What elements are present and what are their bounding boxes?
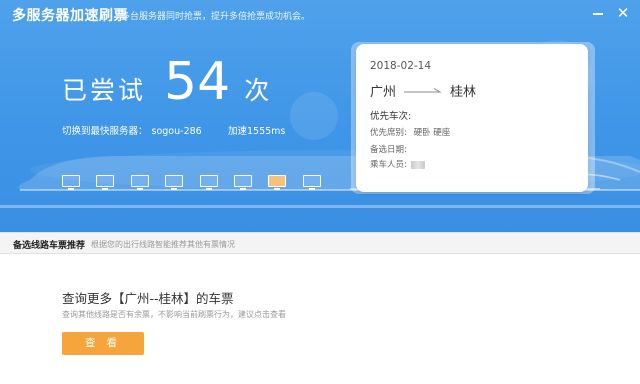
monitor-icon-active bbox=[268, 175, 287, 190]
monitor-icon bbox=[96, 175, 115, 190]
arrow-right-icon bbox=[404, 87, 444, 95]
monitor-icon bbox=[199, 175, 218, 190]
speed-info: 加速1555ms bbox=[228, 126, 286, 137]
server-icons bbox=[62, 175, 337, 190]
app-subtitle: 多台服务器同时抢票，提升多倍抢票成功机会。 bbox=[121, 12, 311, 22]
attempt-counter: 已尝试 54 次 bbox=[62, 52, 269, 112]
recommend-desc: 根据您的出行线路智能推荐其他有票情况 bbox=[91, 240, 235, 249]
hero-panel: 多服务器加速刷票 多台服务器同时抢票，提升多倍抢票成功机会。 ✕ 已尝试 54 … bbox=[0, 0, 640, 232]
route-to: 桂林 bbox=[450, 85, 477, 100]
view-button[interactable]: 查 看 bbox=[62, 332, 144, 355]
fastest-server-info: 切换到最快服务器： sogou-286 bbox=[62, 123, 206, 137]
attempt-suffix: 次 bbox=[244, 76, 270, 105]
monitor-icon bbox=[165, 175, 184, 190]
recommend-bar: 备选线路车票推荐 根据您的出行线路智能推荐其他有票情况 bbox=[0, 232, 640, 254]
priority-seat-label: 优先席别: bbox=[370, 128, 407, 138]
attempt-count: 54 bbox=[164, 52, 231, 112]
monitor-icon bbox=[302, 175, 321, 190]
monitor-icon bbox=[233, 175, 252, 190]
recommend-title: 备选线路车票推荐 bbox=[13, 241, 86, 251]
decorative-circle bbox=[290, 92, 338, 140]
query-desc: 查询其他线路是否有余票，不影响当前刷票行为，建议点击查看 bbox=[62, 310, 286, 319]
ticket-date: 2018-02-14 bbox=[370, 60, 432, 72]
passenger-redacted bbox=[410, 160, 425, 169]
rail-line bbox=[0, 205, 640, 208]
priority-seats: 硬卧 硬座 bbox=[413, 128, 451, 138]
monitor-icon bbox=[62, 175, 80, 190]
server-name: sogou-286 bbox=[151, 126, 202, 137]
priority-seat-row: 优先席别: 硬卧 硬座 bbox=[370, 126, 450, 138]
ticket-route: 广州 桂林 bbox=[370, 81, 476, 100]
priority-train-label: 优先车次: bbox=[370, 111, 412, 122]
backup-date-label: 备选日期: bbox=[370, 145, 407, 155]
minimize-button[interactable] bbox=[590, 6, 606, 20]
route-from: 广州 bbox=[370, 85, 397, 100]
app-title: 多服务器加速刷票 bbox=[12, 8, 128, 24]
close-button[interactable]: ✕ bbox=[614, 4, 632, 22]
passenger-label: 乘车人员: bbox=[370, 160, 407, 170]
attempt-prefix: 已尝试 bbox=[62, 76, 147, 105]
monitor-icon bbox=[130, 175, 149, 190]
passenger-row: 乘车人员: bbox=[370, 158, 425, 170]
server-label: 切换到最快服务器： bbox=[62, 126, 148, 137]
query-title: 查询更多【广州--桂林】的车票 bbox=[62, 291, 234, 306]
